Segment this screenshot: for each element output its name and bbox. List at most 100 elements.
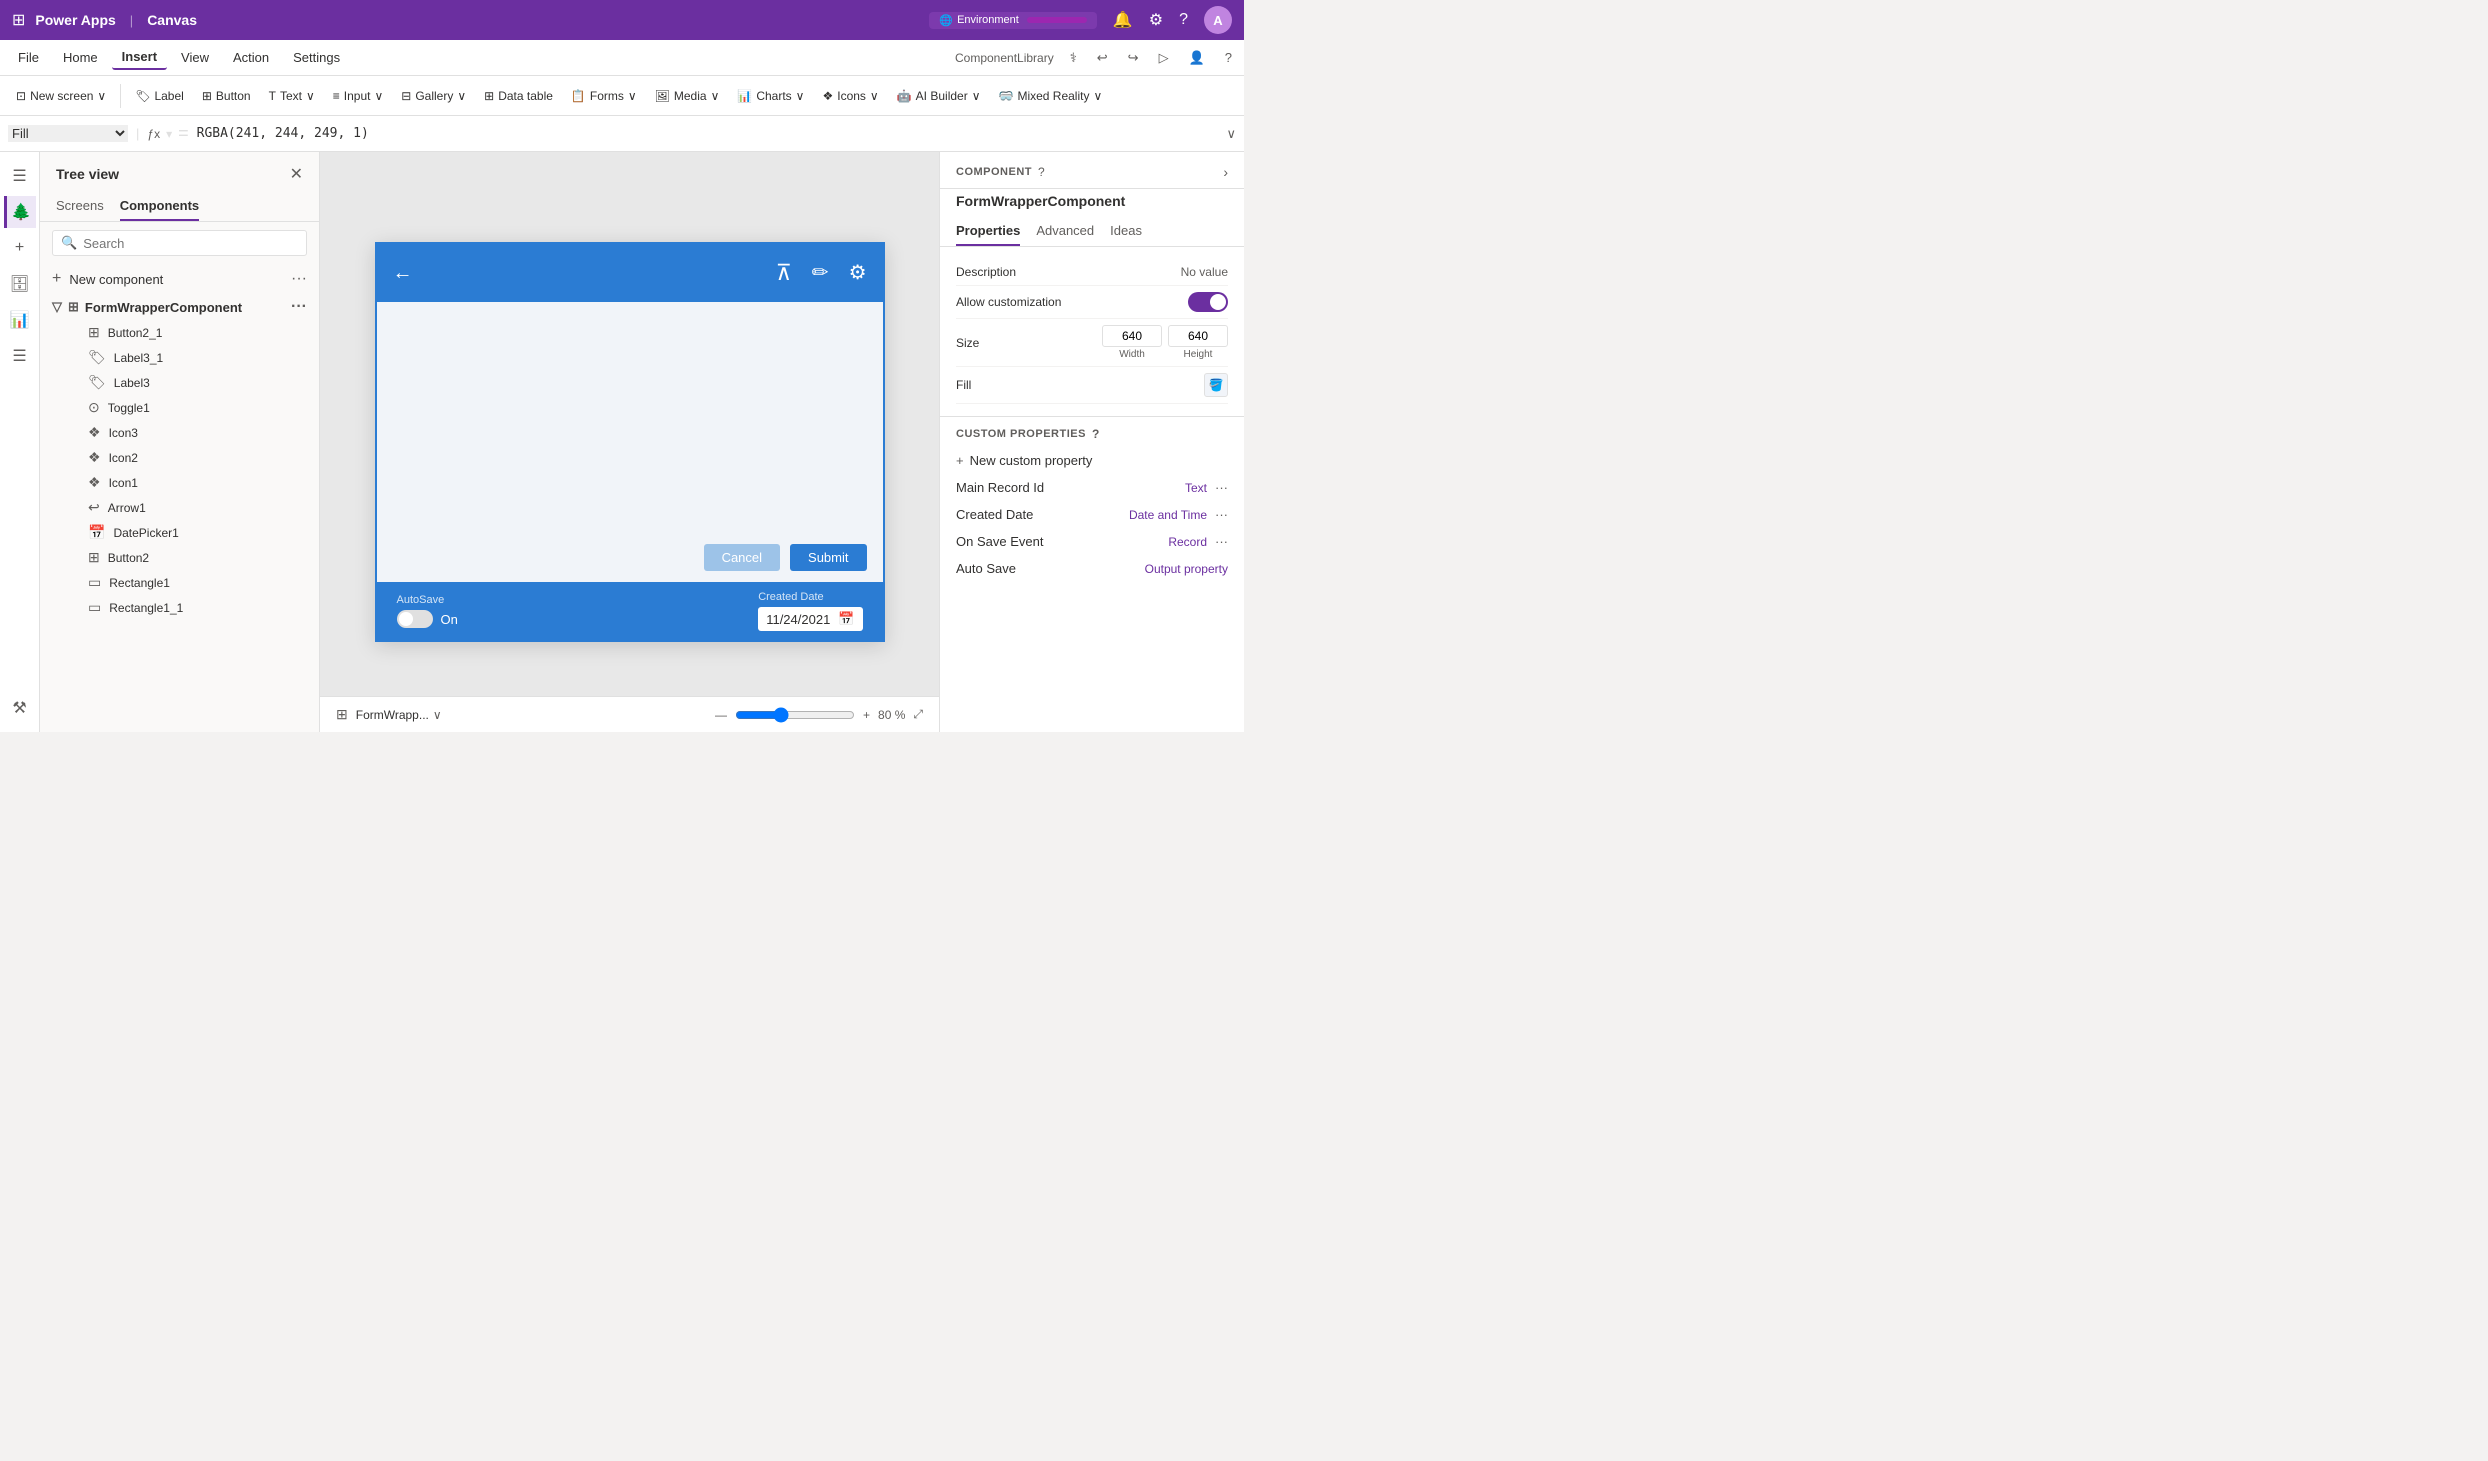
tree-item-button2-1[interactable]: ⊞ Button2_1 — [40, 320, 319, 345]
tree-item-label3-1[interactable]: 🏷 Label3_1 — [40, 345, 319, 370]
new-component-button[interactable]: + New component ··· — [40, 264, 319, 294]
undo-icon[interactable]: ↩ — [1093, 46, 1112, 70]
tree-item-arrow1[interactable]: ↩ Arrow1 — [40, 495, 319, 520]
calendar-icon[interactable]: 📅 — [838, 611, 854, 627]
property-selector[interactable]: Fill — [8, 125, 128, 142]
ai-builder-btn[interactable]: 🤖 AI Builder ∨ — [889, 85, 989, 107]
new-screen-label: New screen — [30, 89, 93, 103]
gallery-label: Gallery — [415, 89, 453, 103]
custom-properties-section-header: CUSTOM PROPERTIES ? — [940, 416, 1244, 447]
left-tree-icon[interactable]: 🌲 — [4, 196, 36, 228]
tree-item-rectangle1-1[interactable]: ▭ Rectangle1_1 — [40, 595, 319, 620]
group-more-icon[interactable]: ··· — [291, 298, 307, 316]
tree-group-form-wrapper[interactable]: ▽ ⊞ FormWrapperComponent ··· — [40, 294, 319, 320]
created-date-more-icon[interactable]: ··· — [1215, 507, 1228, 522]
menu-view[interactable]: View — [171, 46, 219, 69]
fill-label: Fill — [956, 378, 971, 392]
tab-screens[interactable]: Screens — [56, 192, 104, 221]
expand-formula-btn[interactable]: ∨ — [1226, 126, 1236, 142]
data-table-btn[interactable]: ⊞ Data table — [476, 85, 561, 107]
left-tool-icon[interactable]: ⚒ — [4, 692, 36, 724]
zoom-slider[interactable] — [735, 707, 855, 723]
search-input[interactable] — [83, 236, 298, 251]
forms-btn[interactable]: 📋 Forms ∨ — [563, 85, 645, 107]
tree-item-icon3[interactable]: ❖ Icon3 — [40, 420, 319, 445]
bottom-chevron-icon[interactable]: ∨ — [433, 708, 442, 722]
left-nav-icon[interactable]: ☰ — [4, 340, 36, 372]
waffle-icon[interactable]: ⊞ — [12, 10, 25, 30]
filter-icon[interactable]: ⊼ — [776, 260, 792, 286]
tree-close-icon[interactable]: ✕ — [290, 164, 303, 184]
stethoscope-icon[interactable]: ⚕ — [1066, 46, 1081, 70]
zoom-out-icon[interactable]: — — [715, 708, 727, 722]
help-menu-icon[interactable]: ? — [1221, 46, 1236, 69]
new-component-more-icon[interactable]: ··· — [291, 270, 307, 288]
tab-components[interactable]: Components — [120, 192, 199, 221]
notification-icon[interactable]: 🔔 — [1113, 10, 1133, 30]
input-btn[interactable]: ≡ Input ∨ — [325, 85, 392, 107]
tab-properties[interactable]: Properties — [956, 217, 1020, 246]
redo-icon[interactable]: ↪ — [1124, 46, 1143, 70]
fill-swatch-icon: 🪣 — [1209, 378, 1224, 392]
play-icon[interactable]: ▷ — [1155, 46, 1173, 70]
left-menu-icon[interactable]: ☰ — [4, 160, 36, 192]
size-height-input[interactable] — [1168, 325, 1228, 347]
cancel-button[interactable]: Cancel — [704, 544, 780, 571]
right-panel-collapse-icon[interactable]: › — [1223, 164, 1228, 180]
menu-home[interactable]: Home — [53, 46, 108, 69]
gallery-btn[interactable]: ⊟ Gallery ∨ — [393, 85, 474, 107]
on-save-event-more-icon[interactable]: ··· — [1215, 534, 1228, 549]
main-layout: ☰ 🌲 + 🗄 📊 ☰ ⚒ Tree view ✕ Screens Compon… — [0, 152, 1244, 732]
help-icon[interactable]: ? — [1179, 11, 1188, 29]
tree-item-button2[interactable]: ⊞ Button2 — [40, 545, 319, 570]
fit-icon[interactable]: ⤢ — [913, 707, 923, 722]
formula-input[interactable] — [197, 126, 1219, 141]
person-icon[interactable]: 👤 — [1185, 46, 1209, 70]
tree-item-icon1[interactable]: ❖ Icon1 — [40, 470, 319, 495]
tab-advanced[interactable]: Advanced — [1036, 217, 1094, 246]
new-custom-property-btn[interactable]: + New custom property — [940, 447, 1244, 474]
back-icon[interactable]: ← — [393, 262, 413, 285]
allow-customization-toggle[interactable] — [1188, 292, 1228, 312]
edit-icon[interactable]: ✏ — [812, 260, 829, 286]
item-icon-toggle1: ⊙ — [88, 399, 100, 416]
new-screen-btn[interactable]: ⊡ New screen ∨ — [8, 85, 114, 107]
media-btn[interactable]: 🖼 Media ∨ — [647, 85, 728, 107]
size-width-input[interactable] — [1102, 325, 1162, 347]
canvas-area: ← ⊼ ✏ ⚙ Cancel Submit AutoSave — [320, 152, 939, 732]
left-data-icon[interactable]: 🗄 — [4, 268, 36, 300]
fill-swatch[interactable]: 🪣 — [1204, 373, 1228, 397]
tree-item-icon2[interactable]: ❖ Icon2 — [40, 445, 319, 470]
left-add-icon[interactable]: + — [4, 232, 36, 264]
component-help-icon[interactable]: ? — [1038, 165, 1045, 179]
tab-ideas[interactable]: Ideas — [1110, 217, 1142, 246]
icons-btn[interactable]: ❖ Icons ∨ — [814, 85, 886, 107]
menu-action[interactable]: Action — [223, 46, 279, 69]
menu-settings[interactable]: Settings — [283, 46, 350, 69]
tree-title: Tree view — [56, 166, 119, 182]
submit-button[interactable]: Submit — [790, 544, 866, 571]
menu-insert[interactable]: Insert — [112, 45, 167, 70]
charts-chevron: ∨ — [796, 89, 805, 103]
date-input-row[interactable]: 11/24/2021 📅 — [758, 607, 862, 631]
label-btn[interactable]: 🏷 Label — [127, 85, 192, 107]
settings-icon[interactable]: ⚙ — [1149, 10, 1163, 30]
mixed-reality-btn[interactable]: 🥽 Mixed Reality ∨ — [991, 85, 1111, 107]
custom-properties-help-icon[interactable]: ? — [1092, 427, 1100, 441]
zoom-in-icon[interactable]: + — [863, 708, 870, 722]
text-btn[interactable]: T Text ∨ — [261, 85, 323, 107]
environment-badge[interactable]: 🌐 Environment — [929, 12, 1096, 29]
charts-btn[interactable]: 📊 Charts ∨ — [729, 85, 812, 107]
left-activity-icon[interactable]: 📊 — [4, 304, 36, 336]
tree-item-rectangle1[interactable]: ▭ Rectangle1 — [40, 570, 319, 595]
main-record-id-more-icon[interactable]: ··· — [1215, 480, 1228, 495]
tree-item-toggle1[interactable]: ⊙ Toggle1 — [40, 395, 319, 420]
comp-settings-icon[interactable]: ⚙ — [849, 260, 867, 286]
button-btn[interactable]: ⊞ Button — [194, 85, 259, 107]
tree-item-datepicker1[interactable]: 📅 DatePicker1 — [40, 520, 319, 545]
autosave-toggle[interactable] — [397, 610, 433, 628]
tree-search-box[interactable]: 🔍 — [52, 230, 307, 256]
avatar[interactable]: A — [1204, 6, 1232, 34]
tree-item-label3[interactable]: 🏷 Label3 — [40, 370, 319, 395]
menu-file[interactable]: File — [8, 46, 49, 69]
